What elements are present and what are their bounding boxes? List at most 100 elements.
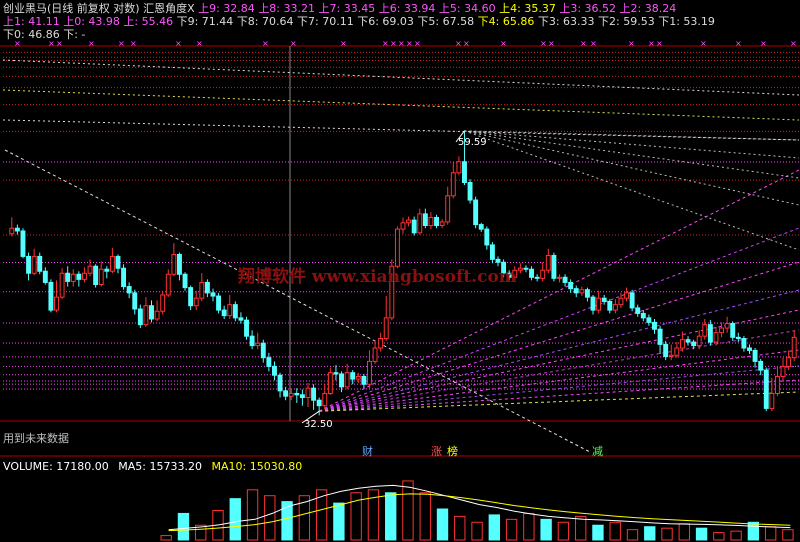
down-level: 下7: 70.11 [297, 15, 358, 28]
volume-bar [592, 524, 604, 541]
candle-body [590, 296, 596, 311]
candle-body [26, 255, 32, 274]
stock-title: 创业黑马(日线 前复权 对数) 汇恩角度X [3, 2, 195, 15]
level-row-3: 下0: 46.86 下: - [3, 28, 85, 41]
candle-body [42, 270, 48, 283]
candle-body [104, 268, 110, 272]
candle-body [31, 255, 37, 274]
candle-body [9, 227, 15, 235]
candle-body [14, 227, 20, 232]
candle-body [489, 244, 495, 260]
down-level: 下5: 67.58 [417, 15, 478, 28]
down-level: 下2: 59.53 [598, 15, 659, 28]
fan-line [319, 329, 800, 412]
candle-body [400, 222, 406, 230]
upper-line [2, 59, 800, 96]
ma10-value: 15030.80 [249, 460, 303, 473]
candle-body [98, 268, 104, 286]
candle-body [713, 332, 719, 343]
candle-body [462, 161, 467, 184]
candle-body [260, 342, 266, 359]
candle-body [624, 292, 630, 299]
down-fan-line [464, 130, 800, 206]
candle-body [361, 376, 367, 385]
signal-marker: × [196, 39, 203, 48]
candle-body [679, 339, 685, 349]
down-level: 下: - [63, 28, 86, 41]
candle-body [188, 287, 194, 307]
volume-bar [626, 529, 639, 541]
down-level: 下6: 69.03 [357, 15, 418, 28]
candle-body [769, 392, 775, 409]
signal-marker: × [540, 39, 547, 48]
candle-body [696, 335, 702, 347]
angle-lines [2, 59, 800, 453]
candle-body [277, 374, 283, 392]
level-row-2: 上1: 41.11 上0: 43.98 上: 55.46 下9: 71.44 下… [3, 15, 715, 28]
candle-body [422, 213, 428, 227]
up-level: 上9: 32.84 [198, 2, 259, 15]
candle-body [160, 294, 166, 312]
grid-lines [0, 45, 800, 457]
candle-body [165, 273, 171, 296]
candle-body [763, 369, 769, 409]
candle-body [663, 343, 669, 357]
down-level: 下4: 65.86 [477, 15, 538, 28]
up-level: 上7: 33.45 [318, 2, 379, 15]
candle-body [417, 213, 423, 234]
candle-body [428, 216, 434, 227]
candle-body [523, 267, 529, 270]
candle-body [76, 273, 82, 280]
candle-body [115, 255, 121, 269]
down-fan-line [464, 130, 800, 251]
candle-body [668, 354, 674, 357]
candle-body [780, 365, 786, 378]
candle-body [652, 321, 657, 330]
volume-value: 17180.00 [56, 460, 109, 473]
volume-bar [436, 508, 449, 541]
signal-marker: × [398, 39, 405, 48]
candle-body [601, 297, 607, 302]
signal-marker: × [735, 39, 742, 48]
signal-marker: × [406, 39, 413, 48]
candle-body [674, 347, 680, 356]
chart-stage: × × × × × × × × × × × × × × × × × × × × × × × × × × × × × × 59.59 32.… [0, 0, 800, 542]
volume-bar [229, 498, 241, 541]
signal-marker: × [390, 39, 397, 48]
candle-body [786, 357, 792, 367]
candle-body [758, 360, 764, 371]
candle-body [87, 265, 93, 274]
volume-bar [385, 492, 397, 541]
volume-bar [402, 480, 414, 541]
candle-body [735, 336, 741, 340]
volume-bar [661, 527, 673, 541]
candle-body [210, 292, 216, 297]
down-level: 下1: 53.19 [658, 15, 715, 28]
signal-marker: × [628, 39, 635, 48]
candle-body [791, 336, 797, 359]
candle-body [702, 324, 708, 337]
candle-body [557, 276, 562, 279]
up-level: 上8: 33.21 [258, 2, 319, 15]
candle-body [355, 376, 361, 380]
candle-body [372, 347, 378, 362]
candle-body [70, 273, 76, 282]
candle-body [635, 307, 641, 314]
candle-body [311, 387, 317, 401]
candle-body [333, 372, 339, 375]
volume-bar [177, 512, 190, 541]
chart-title: 创业黑马(日线 前复权 对数) 汇恩角度X 上9: 32.84 上8: 33.2… [3, 2, 676, 15]
signal-marker: × [648, 39, 655, 48]
candle-body [109, 255, 115, 272]
candle-body [316, 399, 322, 407]
candle-body [367, 360, 372, 385]
candle-body [752, 349, 758, 362]
down-fan-line [464, 130, 800, 159]
candle-body [327, 372, 333, 394]
signal-marker: × [463, 39, 470, 48]
candle-body [607, 300, 613, 311]
candle-body [204, 281, 210, 294]
volume-bar [471, 521, 483, 541]
volume-header: VOLUME: 17180.00 MA5: 15733.20 MA10: 150… [3, 460, 303, 473]
candle-body [81, 272, 87, 280]
